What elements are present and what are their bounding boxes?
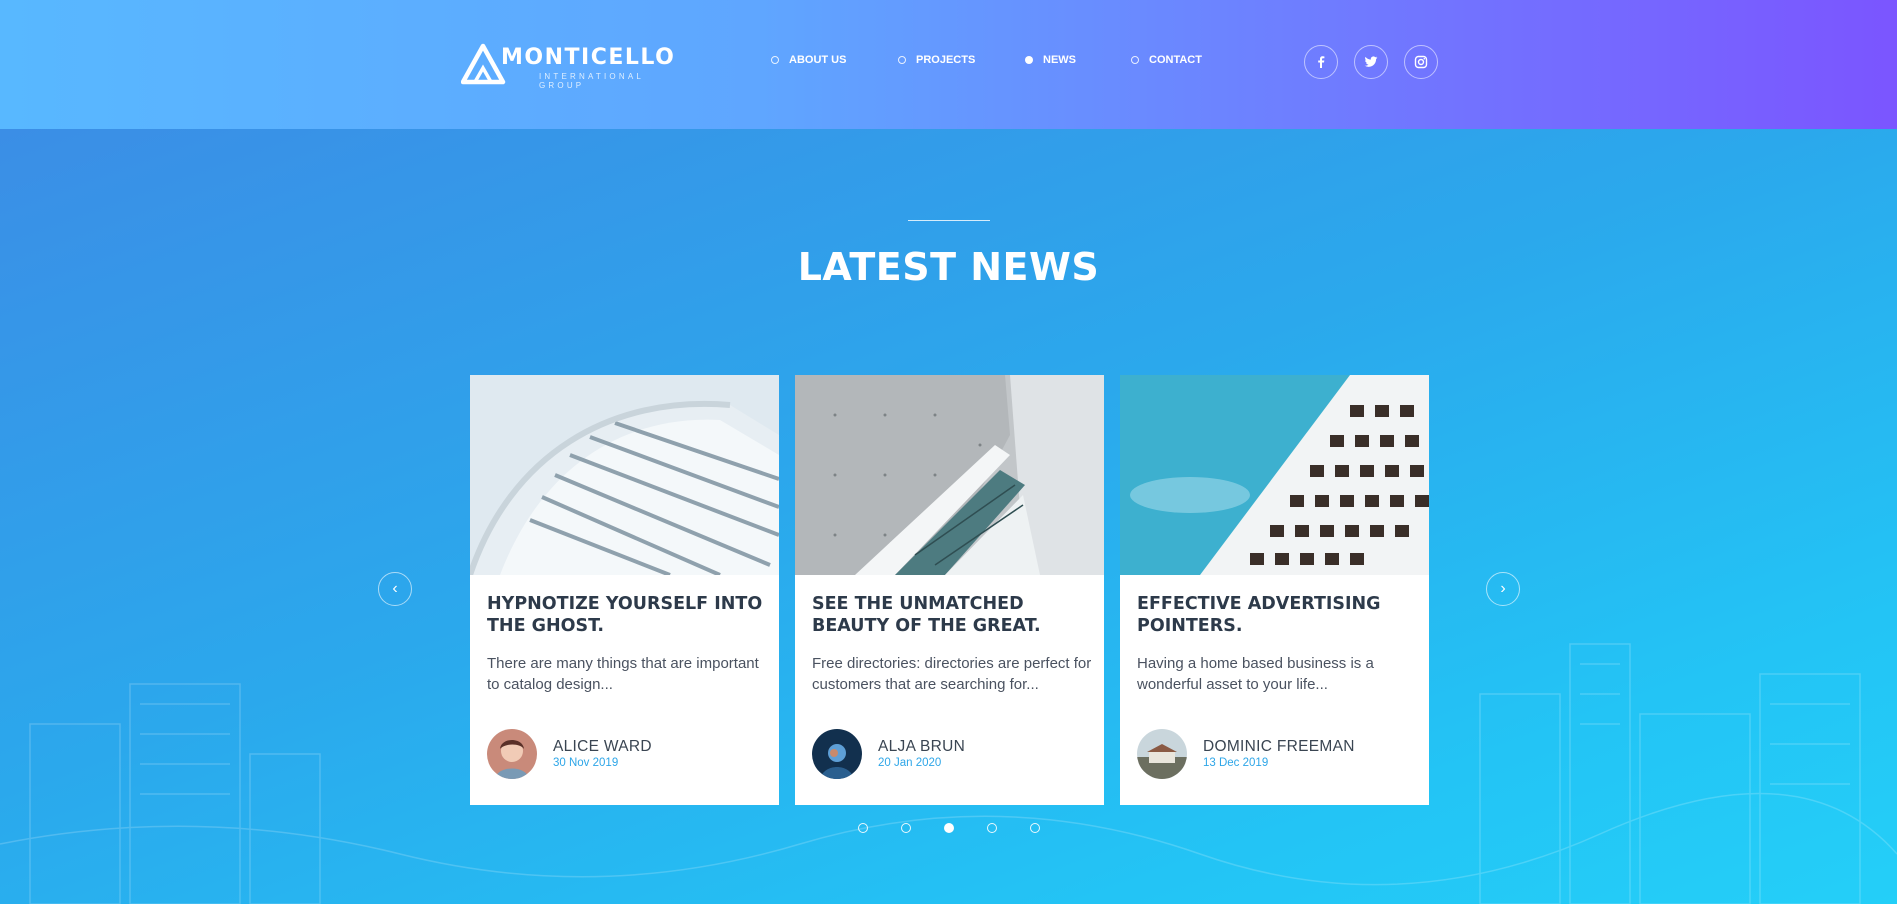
carousel-dot-4[interactable] xyxy=(987,823,997,833)
carousel-next-button[interactable]: › xyxy=(1486,572,1520,606)
instagram-icon xyxy=(1414,55,1428,69)
author-name[interactable]: ALJA BRUN xyxy=(878,738,965,756)
twitter-button[interactable] xyxy=(1354,45,1388,79)
carousel-dot-5[interactable] xyxy=(1030,823,1040,833)
brand-name: MONTICELLO xyxy=(501,45,676,70)
twitter-icon xyxy=(1364,56,1378,67)
nav-item-label: PROJECTS xyxy=(916,54,976,66)
news-card[interactable]: EFFECTIVE ADVERTISING POINTERS. Having a… xyxy=(1120,375,1429,805)
post-date: 13 Dec 2019 xyxy=(1203,757,1269,769)
carousel-prev-button[interactable]: ‹ xyxy=(378,572,412,606)
title-divider xyxy=(908,220,990,221)
author-avatar[interactable] xyxy=(1137,729,1187,779)
card-excerpt: Having a home based business is a wonder… xyxy=(1137,655,1374,693)
nav-item-news[interactable]: NEWS xyxy=(1025,54,1076,66)
instagram-button[interactable] xyxy=(1404,45,1438,79)
card-title[interactable]: HYPNOTIZE YOURSELF INTO THE GHOST. xyxy=(487,593,772,637)
card-image-concrete-building[interactable] xyxy=(795,375,1104,575)
nav-item-label: NEWS xyxy=(1043,54,1076,66)
nav-bullet-active-icon xyxy=(1025,56,1033,64)
chevron-right-icon: › xyxy=(1500,580,1506,597)
card-excerpt: Free directories: directories are perfec… xyxy=(812,655,1092,693)
card-image-curved-building[interactable] xyxy=(470,375,779,575)
author-name[interactable]: DOMINIC FREEMAN xyxy=(1203,738,1355,756)
facebook-icon xyxy=(1318,56,1325,68)
nav-item-projects[interactable]: PROJECTS xyxy=(898,54,975,66)
carousel-dot-3-active[interactable] xyxy=(944,823,954,833)
brand-tagline: INTERNATIONAL GROUP xyxy=(539,72,644,90)
nav-item-label: ABOUT US xyxy=(789,54,847,66)
news-card[interactable]: HYPNOTIZE YOURSELF INTO THE GHOST. There… xyxy=(470,375,779,805)
news-section: LATEST NEWS ‹ › HYPNOTIZE YOURSELF INTO … xyxy=(0,129,1897,904)
author-avatar[interactable] xyxy=(812,729,862,779)
card-image-grid-building[interactable] xyxy=(1120,375,1429,575)
carousel-dot-1[interactable] xyxy=(858,823,868,833)
nav-bullet-icon xyxy=(898,56,906,64)
news-card[interactable]: SEE THE UNMATCHED BEAUTY OF THE GREAT. F… xyxy=(795,375,1104,805)
site-header: MONTICELLO INTERNATIONAL GROUP ABOUT US … xyxy=(0,0,1897,129)
card-excerpt: There are many things that are important… xyxy=(487,655,759,693)
author-avatar[interactable] xyxy=(487,729,537,779)
post-date: 20 Jan 2020 xyxy=(878,757,942,769)
nav-bullet-icon xyxy=(1131,56,1139,64)
author-name[interactable]: ALICE WARD xyxy=(553,738,652,756)
nav-item-about-us[interactable]: ABOUT US xyxy=(771,54,846,66)
brand-logo[interactable]: MONTICELLO INTERNATIONAL GROUP xyxy=(461,42,674,90)
facebook-button[interactable] xyxy=(1304,45,1338,79)
card-title[interactable]: SEE THE UNMATCHED BEAUTY OF THE GREAT. xyxy=(812,593,1097,637)
post-date: 30 Nov 2019 xyxy=(553,757,619,769)
carousel-dot-2[interactable] xyxy=(901,823,911,833)
nav-item-label: CONTACT xyxy=(1149,54,1202,66)
nav-bullet-icon xyxy=(771,56,779,64)
section-title: LATEST NEWS xyxy=(797,245,1100,289)
nav-item-contact[interactable]: CONTACT xyxy=(1131,54,1202,66)
chevron-left-icon: ‹ xyxy=(392,580,398,597)
card-title[interactable]: EFFECTIVE ADVERTISING POINTERS. xyxy=(1137,593,1422,637)
